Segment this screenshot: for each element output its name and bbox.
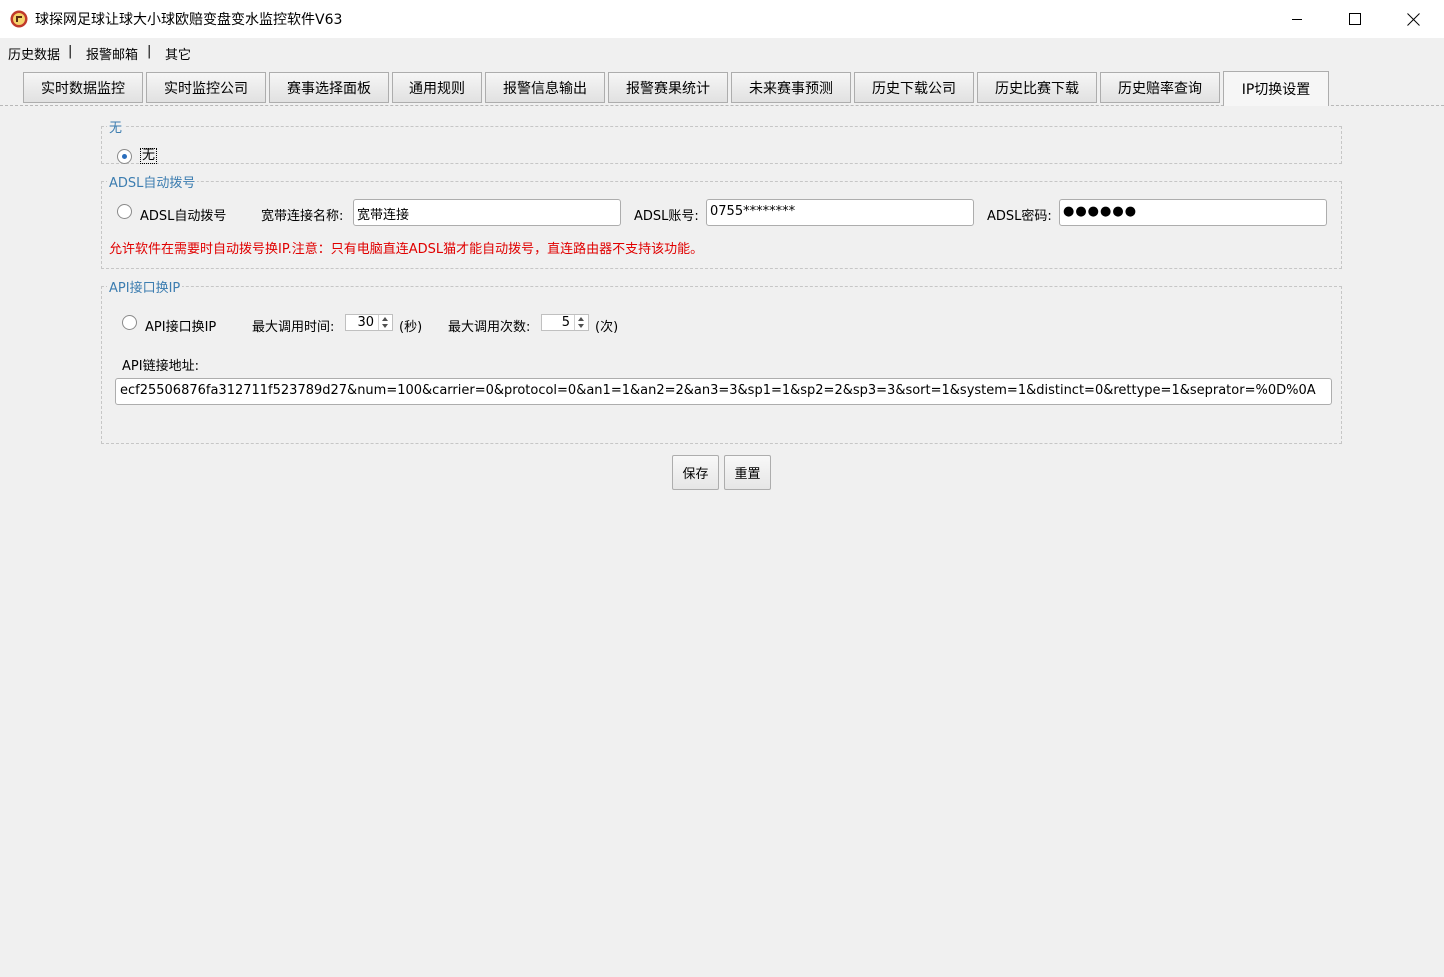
- adsl-password-input[interactable]: ●●●●●●: [1059, 199, 1327, 226]
- adsl-warning-text: 允许软件在需要时自动拨号换IP.注意：只有电脑直连ADSL猫才能自动拨号，直连路…: [109, 242, 704, 257]
- conn-name-label: 宽带连接名称:: [261, 209, 344, 224]
- close-icon: [1406, 12, 1420, 26]
- menu-alarm-mail[interactable]: 报警邮箱: [86, 44, 138, 63]
- max-count-spinner[interactable]: 5: [541, 314, 589, 331]
- spin-down-icon[interactable]: [578, 324, 584, 328]
- group-api-legend: API接口换IP: [107, 277, 183, 296]
- spin-up-icon[interactable]: [578, 317, 584, 321]
- tab-match-select-panel[interactable]: 赛事选择面板: [269, 72, 389, 103]
- tab-ip-switch-settings[interactable]: IP切换设置: [1223, 71, 1329, 106]
- window-title: 球探网足球让球大小球欧赔变盘变水监控软件V63: [35, 12, 343, 28]
- tab-general-rules[interactable]: 通用规则: [392, 72, 482, 103]
- menu-separator: |: [147, 44, 152, 59]
- reset-button[interactable]: 重置: [724, 455, 771, 490]
- group-none: 无 无: [101, 117, 1342, 164]
- menu-other[interactable]: 其它: [165, 44, 191, 63]
- radio-adsl[interactable]: [117, 204, 132, 219]
- tab-realtime-data-monitor[interactable]: 实时数据监控: [23, 72, 143, 103]
- max-time-unit: (秒): [399, 320, 423, 335]
- max-count-unit: (次): [595, 320, 619, 335]
- maximize-button[interactable]: [1326, 0, 1384, 38]
- save-button[interactable]: 保存: [672, 455, 719, 490]
- radio-none[interactable]: [117, 149, 132, 164]
- max-time-value: 30: [357, 315, 374, 330]
- max-count-label: 最大调用次数:: [448, 320, 531, 335]
- max-time-label: 最大调用时间:: [252, 320, 335, 335]
- adsl-account-label: ADSL账号:: [634, 209, 699, 224]
- max-count-value: 5: [561, 315, 570, 330]
- minimize-button[interactable]: [1268, 0, 1326, 38]
- adsl-password-label: ADSL密码:: [987, 209, 1052, 224]
- tab-history-odds-query[interactable]: 历史赔率查询: [1100, 72, 1220, 103]
- group-adsl-legend: ADSL自动拨号: [107, 172, 198, 191]
- radio-adsl-label: ADSL自动拨号: [140, 209, 227, 224]
- radio-none-label: 无: [140, 148, 158, 164]
- conn-name-input[interactable]: 宽带连接: [353, 199, 621, 226]
- tab-history-match-download[interactable]: 历史比赛下载: [977, 72, 1097, 103]
- group-api: API接口换IP API接口换IP 最大调用时间: 30 (秒) 最大调用次数:…: [101, 277, 1342, 444]
- menu-history-data[interactable]: 历史数据: [8, 44, 60, 63]
- radio-api-label: API接口换IP: [145, 320, 217, 335]
- max-count-spin-buttons[interactable]: [574, 315, 588, 330]
- minimize-icon: [1292, 19, 1302, 20]
- tab-history-download-company[interactable]: 历史下载公司: [854, 72, 974, 103]
- title-bar: 球探网足球让球大小球欧赔变盘变水监控软件V63: [0, 0, 1444, 38]
- group-none-legend: 无: [107, 117, 125, 136]
- spin-up-icon[interactable]: [382, 317, 388, 321]
- group-adsl: ADSL自动拨号 ADSL自动拨号 宽带连接名称: 宽带连接 ADSL账号: 0…: [101, 172, 1342, 269]
- max-time-spinner[interactable]: 30: [345, 314, 393, 331]
- menu-bar: 历史数据 | 报警邮箱 | 其它: [0, 40, 1444, 64]
- tab-future-match-predict[interactable]: 未来赛事预测: [731, 72, 851, 103]
- menu-separator: |: [68, 44, 73, 59]
- app-logo-icon: [10, 10, 28, 28]
- tab-alarm-output[interactable]: 报警信息输出: [485, 72, 605, 103]
- tab-realtime-monitor-company[interactable]: 实时监控公司: [146, 72, 266, 103]
- adsl-account-input[interactable]: 0755********: [706, 199, 974, 226]
- spin-down-icon[interactable]: [382, 324, 388, 328]
- api-url-label: API链接地址:: [122, 359, 199, 374]
- api-url-input[interactable]: ecf25506876fa312711f523789d27&num=100&ca…: [115, 378, 1332, 405]
- tab-alarm-result-stats[interactable]: 报警赛果统计: [608, 72, 728, 103]
- maximize-icon: [1349, 13, 1361, 25]
- close-button[interactable]: [1384, 0, 1442, 38]
- radio-api[interactable]: [122, 315, 137, 330]
- max-time-spin-buttons[interactable]: [378, 315, 392, 330]
